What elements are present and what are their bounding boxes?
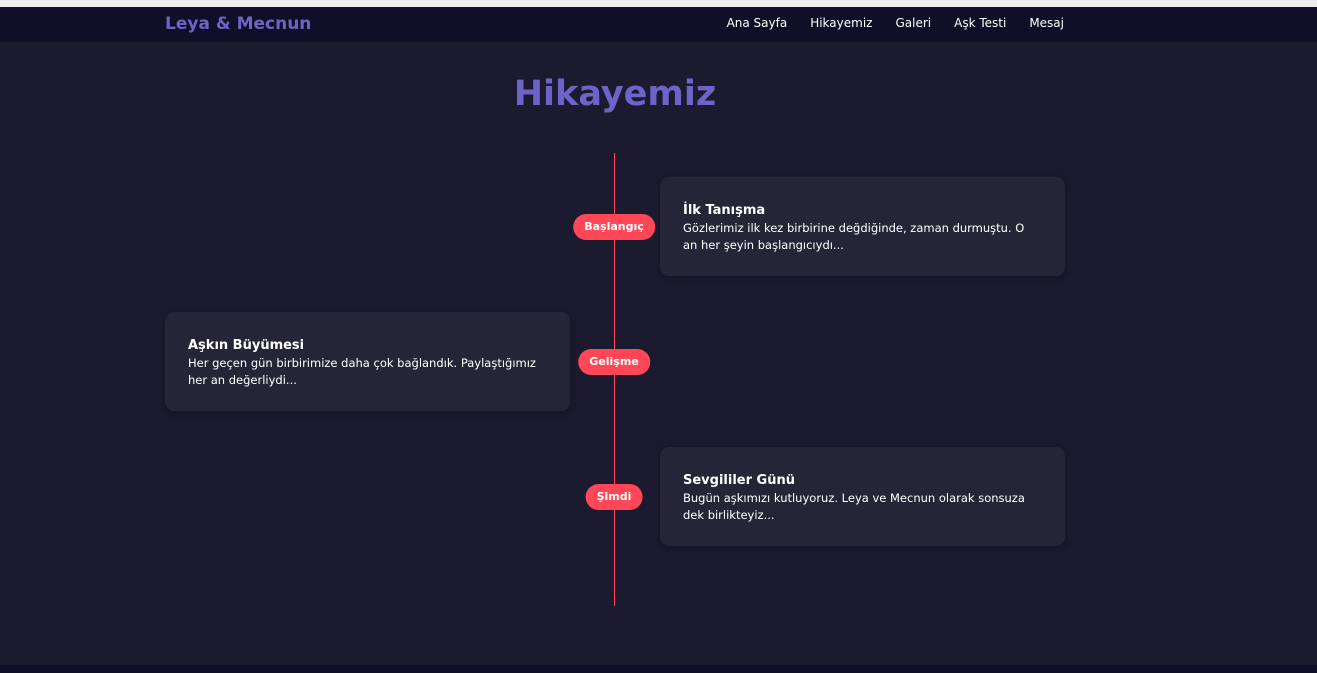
nav-link-home[interactable]: Ana Sayfa	[727, 16, 788, 30]
timeline-card-love-growing: Aşkın Büyümesi Her geçen gün birbirimize…	[165, 312, 570, 411]
timeline-card-valentines-day: Sevgililer Günü Bugün aşkımızı kutluyoru…	[660, 447, 1065, 546]
timeline-card-title: İlk Tanışma	[683, 203, 766, 218]
navbar: Leya & Mecnun Ana Sayfa Hikayemiz Galeri…	[0, 7, 1317, 42]
nav-link-story[interactable]: Hikayemiz	[810, 16, 872, 30]
timeline-badge-growth: Gelişme	[578, 349, 650, 375]
footer-strip	[0, 665, 1317, 673]
timeline-card-text: Her geçen gün birbirimize daha çok bağla…	[188, 356, 536, 387]
timeline-badge-now: Şimdi	[585, 484, 643, 510]
nav-link-love-test[interactable]: Aşk Testi	[954, 16, 1006, 30]
brand-logo[interactable]: Leya & Mecnun	[165, 14, 311, 34]
nav-link-message[interactable]: Mesaj	[1029, 16, 1064, 30]
nav-menu: Ana Sayfa Hikayemiz Galeri Aşk Testi Mes…	[727, 16, 1064, 30]
timeline-card-title: Aşkın Büyümesi	[188, 338, 305, 353]
timeline-badge-start: Başlangıç	[573, 214, 655, 240]
nav-link-gallery[interactable]: Galeri	[895, 16, 931, 30]
timeline-card-title: Sevgililer Günü	[683, 473, 795, 488]
timeline-card-text: Bugün aşkımızı kutluyoruz. Leya ve Mecnu…	[683, 491, 1025, 522]
browser-top-strip	[0, 0, 1317, 7]
timeline-card-first-meeting: İlk Tanışma Gözlerimiz ilk kez birbirine…	[660, 177, 1065, 276]
timeline-card-text: Gözlerimiz ilk kez birbirine değdiğinde,…	[683, 221, 1025, 252]
page-title: Hikayemiz	[513, 74, 717, 114]
